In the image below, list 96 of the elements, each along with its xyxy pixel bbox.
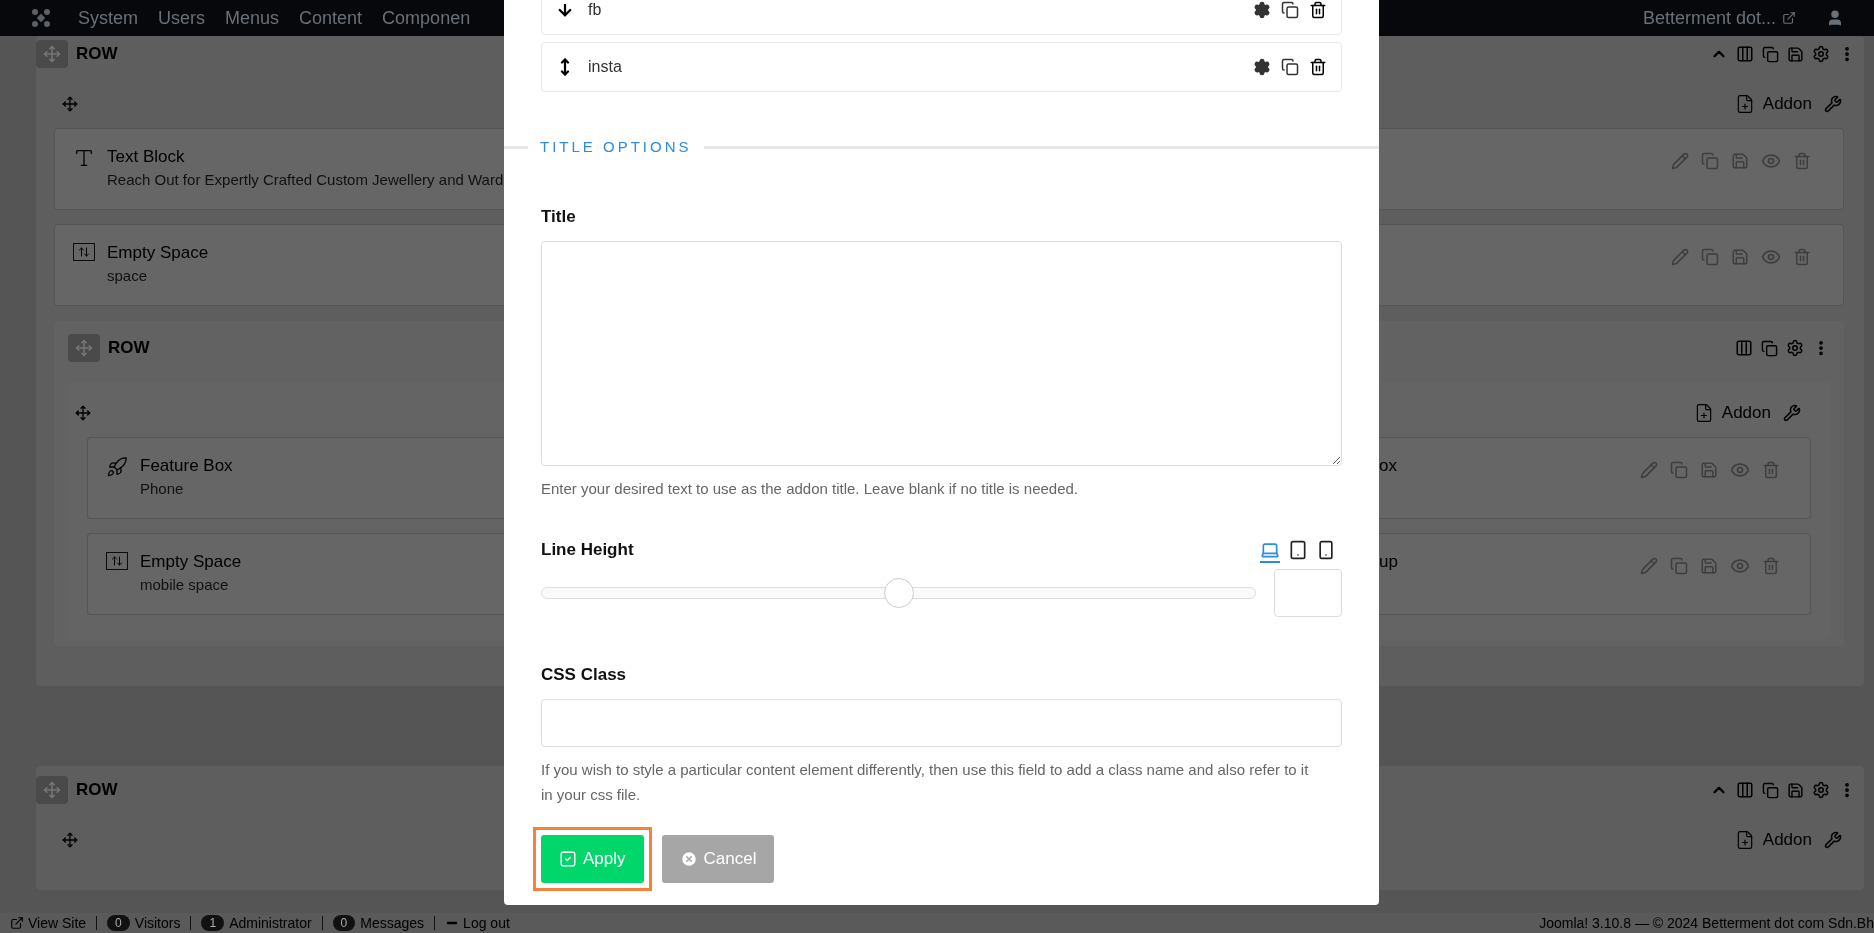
move-icon[interactable] bbox=[75, 405, 91, 421]
menu-item[interactable]: Menus bbox=[225, 4, 280, 32]
spacing-icon bbox=[73, 243, 95, 261]
trash-icon[interactable] bbox=[1309, 1, 1327, 19]
addon-title: Empty Space bbox=[107, 242, 209, 264]
cancel-button[interactable]: Cancel bbox=[661, 835, 775, 883]
move-handle[interactable] bbox=[68, 334, 100, 362]
logout-link[interactable]: Log out bbox=[445, 912, 510, 933]
external-link-icon bbox=[1782, 11, 1796, 25]
check-icon bbox=[559, 850, 577, 868]
edit-icon[interactable] bbox=[1671, 152, 1689, 170]
spacing-icon bbox=[106, 552, 128, 570]
addon-subtitle: mobile space bbox=[140, 575, 230, 595]
save-icon[interactable] bbox=[1731, 152, 1749, 170]
addon-title: Text Block bbox=[107, 146, 186, 168]
edit-icon[interactable] bbox=[1671, 248, 1689, 266]
slider-thumb[interactable] bbox=[883, 577, 914, 608]
move-handle[interactable] bbox=[36, 40, 68, 68]
columns-icon[interactable] bbox=[1735, 339, 1753, 357]
move-icon[interactable] bbox=[62, 832, 78, 848]
addon-card[interactable]: Feature Box Phone bbox=[87, 437, 504, 519]
addon-subtitle: Reach Out for Expertly Crafted Custom Jewellery and Ward bbox=[107, 170, 504, 190]
copyright-text: Joomla! 3.10.8 — © 2024 Betterment dot com Sdn.Bh bbox=[1539, 913, 1874, 933]
view-site-link[interactable]: View Site bbox=[10, 912, 87, 933]
menu-item[interactable]: Content bbox=[299, 4, 363, 32]
addon-card[interactable]: ox bbox=[1379, 437, 1811, 519]
addon-card[interactable]: Text Block Reach Out for Expertly Crafted Custom Jewellery and Ward bbox=[54, 128, 504, 210]
columns-icon[interactable] bbox=[1736, 781, 1754, 799]
apply-button[interactable]: Apply bbox=[541, 835, 644, 883]
rocket-icon bbox=[106, 456, 128, 478]
item-label: fb bbox=[588, 0, 602, 20]
save-icon[interactable] bbox=[1700, 557, 1718, 575]
slider[interactable] bbox=[541, 576, 1256, 609]
addon-subtitle: space bbox=[107, 266, 149, 286]
save-icon[interactable] bbox=[1700, 461, 1718, 479]
eye-icon[interactable] bbox=[1730, 460, 1750, 480]
count-badge: 1 bbox=[201, 915, 225, 931]
addon-title: Feature Box bbox=[140, 455, 233, 477]
addon-title: ox bbox=[1379, 455, 1397, 477]
row-title: ROW bbox=[76, 43, 118, 66]
save-icon[interactable] bbox=[1787, 45, 1804, 63]
move-icon[interactable] bbox=[62, 96, 78, 112]
site-link[interactable]: Betterment dot... bbox=[1642, 4, 1796, 32]
list-item[interactable]: insta bbox=[541, 42, 1342, 92]
list-item[interactable]: fb bbox=[541, 0, 1342, 35]
settings-icon[interactable] bbox=[1253, 1, 1271, 19]
status-link[interactable]: Messages bbox=[360, 912, 425, 933]
eye-icon[interactable] bbox=[1730, 556, 1750, 576]
help-text: Enter your desired text to use as the addon title. Leave blank if no title is needed. bbox=[541, 479, 1079, 499]
addon-subtitle: Phone bbox=[140, 479, 185, 499]
tools-icon[interactable] bbox=[1824, 831, 1842, 849]
save-icon[interactable] bbox=[1787, 781, 1804, 799]
css-class-input[interactable] bbox=[541, 699, 1342, 747]
field-label: Line Height bbox=[541, 539, 634, 561]
move-handle[interactable] bbox=[36, 776, 68, 804]
field-label: CSS Class bbox=[541, 664, 627, 684]
help-text: If you wish to style a particular content element differently, then use this field to add a class name and also refer to it in your css file. bbox=[541, 760, 1310, 805]
addon-title: up bbox=[1379, 551, 1398, 573]
addon-card[interactable]: Empty Space mobile space bbox=[87, 533, 504, 615]
tools-icon[interactable] bbox=[1783, 404, 1801, 422]
count-badge: 0 bbox=[107, 915, 130, 931]
field-label: Title bbox=[541, 206, 576, 226]
text-icon bbox=[73, 147, 95, 169]
menu-item[interactable]: Componen bbox=[382, 4, 471, 32]
addon-card[interactable]: Empty Space space bbox=[54, 224, 504, 306]
row-title: ROW bbox=[76, 779, 118, 802]
columns-icon[interactable] bbox=[1736, 45, 1754, 63]
user-icon[interactable] bbox=[1826, 9, 1844, 27]
menu-item[interactable]: System bbox=[78, 4, 138, 32]
add-addon-button[interactable]: Addon bbox=[1693, 400, 1771, 426]
save-icon[interactable] bbox=[1731, 248, 1749, 266]
close-icon bbox=[679, 850, 698, 868]
edit-icon[interactable] bbox=[1640, 557, 1658, 575]
status-link[interactable]: Visitors bbox=[134, 912, 181, 933]
add-addon-button[interactable]: Addon bbox=[1734, 91, 1812, 117]
status-link[interactable]: Administrator bbox=[229, 912, 312, 933]
settings-icon[interactable] bbox=[1253, 58, 1271, 76]
addon-card[interactable]: up bbox=[1379, 533, 1811, 615]
arrow-icon bbox=[556, 1, 574, 19]
addon-title: Empty Space bbox=[140, 551, 242, 573]
line-height-input[interactable] bbox=[1274, 568, 1342, 617]
logo-icon[interactable] bbox=[30, 7, 52, 29]
external-link-icon bbox=[10, 916, 24, 930]
tools-icon[interactable] bbox=[1824, 95, 1842, 113]
edit-icon[interactable] bbox=[1640, 461, 1658, 479]
eye-icon[interactable] bbox=[1761, 151, 1781, 171]
copy-icon[interactable] bbox=[1281, 1, 1299, 19]
item-label: insta bbox=[588, 57, 622, 77]
menu-item[interactable]: Users bbox=[158, 4, 206, 32]
count-badge: 0 bbox=[332, 915, 356, 931]
eye-icon[interactable] bbox=[1761, 247, 1781, 267]
add-addon-button[interactable]: Addon bbox=[1734, 827, 1812, 853]
section-heading: TITLE OPTIONS bbox=[539, 137, 693, 157]
copy-icon[interactable] bbox=[1281, 58, 1299, 76]
trash-icon[interactable] bbox=[1309, 58, 1327, 76]
row-title: ROW bbox=[108, 337, 150, 360]
